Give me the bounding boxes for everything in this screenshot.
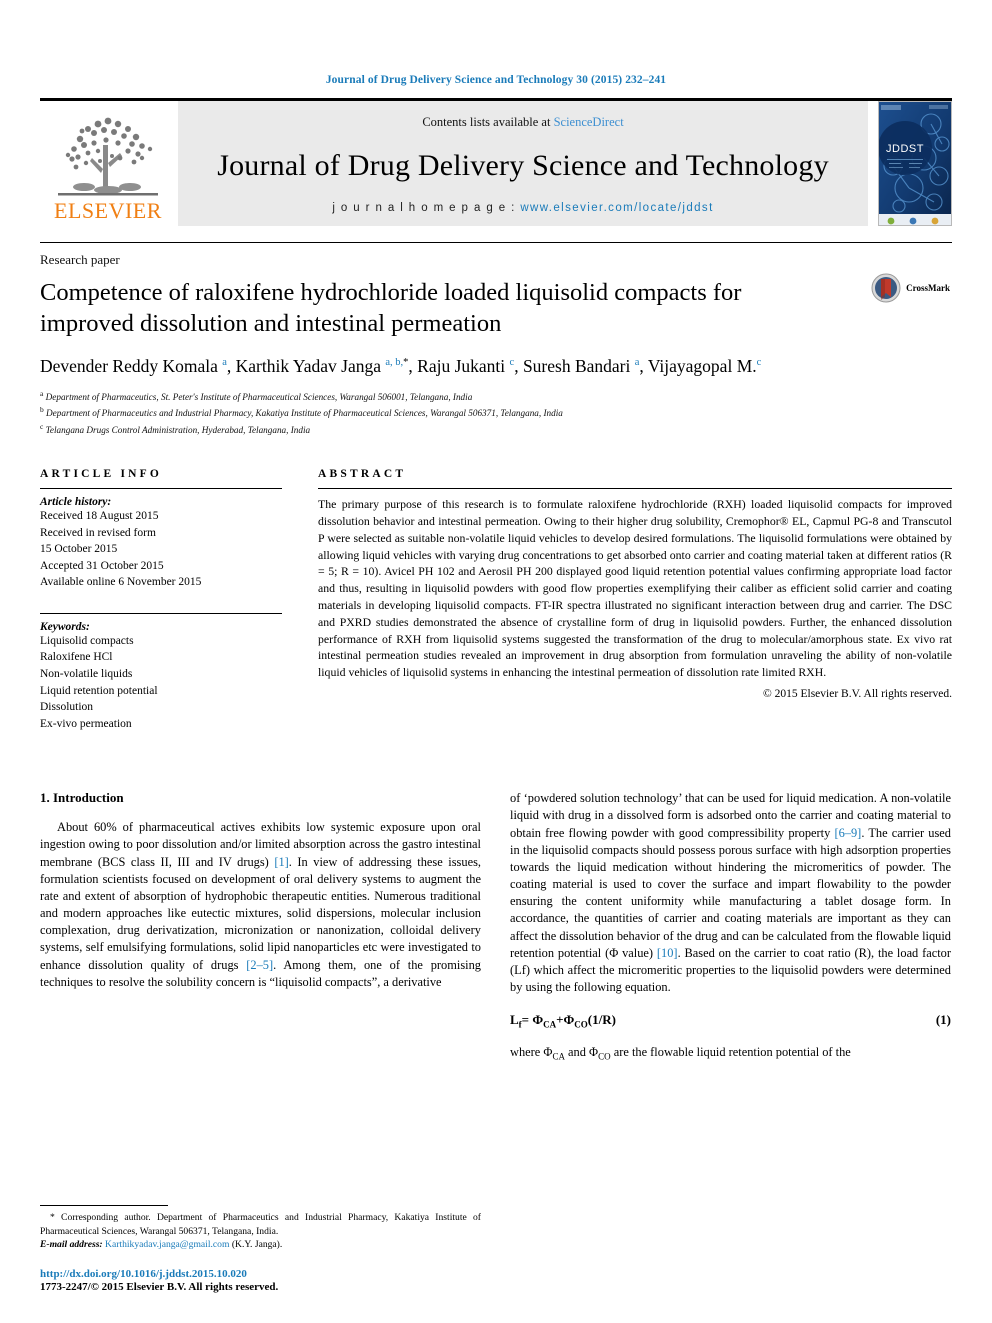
affiliation-mark-a: a (40, 388, 44, 398)
article-info-rule (40, 488, 282, 490)
abstract-copyright: © 2015 Elsevier B.V. All rights reserved… (763, 687, 952, 700)
author-list: Devender Reddy Komala a, Karthik Yadav J… (40, 355, 762, 376)
keywords-label: Keywords: (40, 620, 90, 633)
affiliation-mark-c: c (40, 422, 44, 432)
journal-masthead: ELSEVIER Contents lists available at Sci… (40, 98, 952, 226)
paper-page: Journal of Drug Delivery Science and Tec… (0, 0, 992, 1323)
crossmark-icon (871, 273, 901, 303)
article-title-block: Research paper CrossMark Competence of r… (40, 242, 952, 438)
affiliation-list: a Department of Pharmaceutics, St. Peter… (40, 388, 952, 439)
equation-1-explanation: where ΦCA and ΦCO are the flowable liqui… (510, 1044, 851, 1062)
history-item: Available online 6 November 2015 (40, 576, 202, 589)
masthead-center: Contents lists available at ScienceDirec… (178, 101, 868, 226)
keywords-block: Keywords: Liquisolid compacts Raloxifene… (40, 612, 282, 732)
affiliation-mark-b: b (40, 405, 44, 415)
email-owner: (K.Y. Janga). (231, 1239, 283, 1251)
article-info-heading: ARTICLE INFO (40, 468, 163, 481)
journal-cover-thumbnail: JDDST (878, 101, 952, 226)
homepage-url-link[interactable]: www.elsevier.com/locate/jddst (520, 202, 713, 214)
abstract-heading: ABSTRACT (318, 468, 407, 481)
body-columns: 1. Introduction About 60% of pharmaceuti… (40, 790, 952, 1063)
journal-title: Journal of Drug Delivery Science and Tec… (217, 149, 829, 182)
corresponding-author-note: * Corresponding author. Department of Ph… (40, 1212, 481, 1237)
doi-link[interactable]: http://dx.doi.org/10.1016/j.jddst.2015.1… (40, 1268, 481, 1280)
elsevier-wordmark: ELSEVIER (54, 198, 162, 223)
crossmark-badge[interactable]: CrossMark (871, 273, 950, 303)
info-abstract-section: ARTICLE INFO Article history: Received 1… (40, 468, 952, 732)
equation-1-number: (1) (935, 1012, 951, 1028)
introduction-heading: 1. Introduction (40, 790, 124, 806)
affiliation-text-c: Telangana Drugs Control Administration, … (45, 425, 311, 436)
homepage-label: j o u r n a l h o m e p a g e : (332, 202, 521, 214)
article-info-column: ARTICLE INFO Article history: Received 1… (40, 468, 302, 732)
affiliation-text-b: Department of Pharmaceutics and Industri… (46, 408, 563, 419)
article-history-label: Article history: (40, 496, 112, 509)
keyword-item: Liquisolid compacts (40, 634, 134, 647)
body-column-right: of ‘powdered solution technology’ that c… (510, 790, 951, 1063)
equation-1: Lf= ΦCA+ΦCO(1/R) (1) (510, 1012, 951, 1030)
svg-text:JDDST: JDDST (886, 143, 924, 155)
journal-homepage-line: j o u r n a l h o m e p a g e : www.else… (332, 202, 713, 214)
affiliation-text-a: Department of Pharmaceutics, St. Peter's… (45, 391, 473, 402)
keyword-item: Ex-vivo permeation (40, 717, 132, 730)
introduction-paragraph-right: of ‘powdered solution technology’ that c… (510, 791, 951, 995)
abstract-text: The primary purpose of this research is … (318, 497, 952, 680)
keyword-item: Non-volatile liquids (40, 667, 133, 680)
email-label: E-mail address: (40, 1239, 103, 1251)
crossmark-label: CrossMark (906, 283, 950, 293)
abstract-column: ABSTRACT The primary purpose of this res… (302, 468, 952, 732)
elsevier-logo: ELSEVIER (40, 101, 176, 226)
issn-copyright-line: 1773-2247/© 2015 Elsevier B.V. All right… (40, 1281, 279, 1293)
history-item: Received 18 August 2015 (40, 510, 159, 523)
keyword-item: Dissolution (40, 701, 94, 714)
email-link[interactable]: Karthikyadav.janga@gmail.com (105, 1239, 229, 1250)
running-head: Journal of Drug Delivery Science and Tec… (325, 74, 667, 86)
keywords-rule (40, 612, 282, 614)
affiliation-a: a Department of Pharmaceutics, St. Peter… (40, 388, 952, 405)
article-type-label: Research paper (40, 252, 120, 267)
contents-prefix: Contents lists available at (422, 115, 554, 129)
contents-available-line: Contents lists available at ScienceDirec… (422, 115, 623, 130)
sciencedirect-link[interactable]: ScienceDirect (554, 115, 624, 129)
affiliation-b: b Department of Pharmaceutics and Indust… (40, 404, 952, 421)
cover-artwork: JDDST (879, 102, 951, 225)
body-column-left: 1. Introduction About 60% of pharmaceuti… (40, 790, 481, 1063)
doi-block: http://dx.doi.org/10.1016/j.jddst.2015.1… (40, 1268, 481, 1293)
history-item: Accepted 31 October 2015 (40, 559, 164, 572)
corresponding-author-email-line: E-mail address: Karthikyadav.janga@gmail… (40, 1238, 481, 1252)
history-item: 15 October 2015 (40, 543, 118, 556)
footnote-block: * Corresponding author. Department of Ph… (40, 1205, 481, 1293)
page-title: Competence of raloxifene hydrochloride l… (40, 279, 742, 337)
elsevier-tree-icon (58, 117, 158, 196)
equation-1-body: Lf= ΦCA+ΦCO(1/R) (510, 1012, 616, 1030)
introduction-paragraph-left: About 60% of pharmaceutical actives exhi… (40, 820, 481, 989)
footnote-rule (40, 1205, 168, 1207)
affiliation-c: c Telangana Drugs Control Administration… (40, 421, 952, 438)
keyword-item: Raloxifene HCl (40, 651, 113, 664)
abstract-rule (318, 488, 952, 490)
history-item: Received in revised form (40, 526, 156, 539)
keyword-item: Liquid retention potential (40, 684, 158, 697)
